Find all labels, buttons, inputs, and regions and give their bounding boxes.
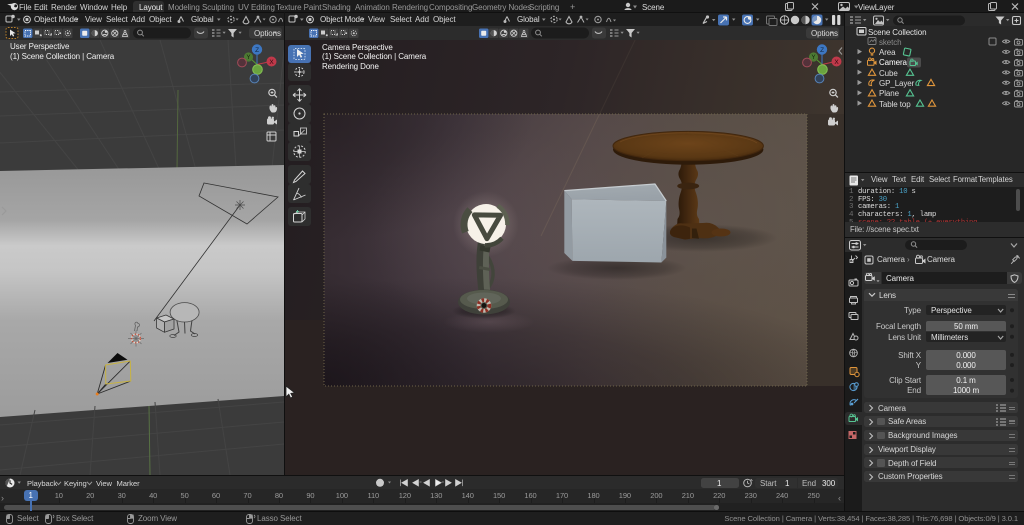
svg-text:Y: Y (247, 55, 251, 61)
svg-text:Y: Y (812, 55, 816, 61)
svg-text:Z: Z (820, 47, 824, 54)
svg-text:Z: Z (255, 47, 259, 54)
